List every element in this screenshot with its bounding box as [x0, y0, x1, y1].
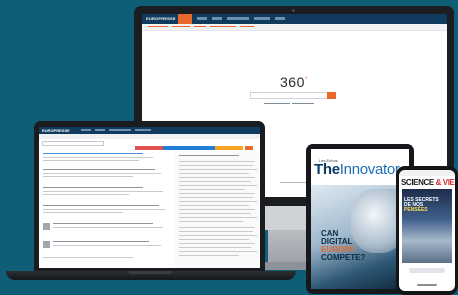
- article-text: [179, 251, 257, 252]
- search-button[interactable]: [327, 92, 336, 99]
- nav-item[interactable]: [197, 17, 207, 20]
- laptop-notch: [128, 271, 172, 274]
- article-text: [179, 193, 255, 194]
- article-text: [179, 221, 243, 222]
- article-pane: [175, 151, 260, 268]
- article-text: [179, 173, 249, 174]
- nav-item[interactable]: [212, 17, 222, 20]
- search-input[interactable]: [42, 141, 104, 146]
- result-title[interactable]: [43, 205, 159, 206]
- nav-item[interactable]: [254, 17, 270, 20]
- article-text: [179, 181, 251, 182]
- article-text: [179, 213, 251, 214]
- article-text: [179, 239, 249, 240]
- article-text: [179, 201, 257, 202]
- home-indicator[interactable]: [417, 284, 437, 286]
- cover-headline: CAN DIGITAL EUROPE COMPETE?: [321, 229, 366, 262]
- laptop-screen: EUROPRESSE: [39, 127, 260, 268]
- tab-red[interactable]: [135, 146, 163, 150]
- action-button[interactable]: [245, 146, 253, 150]
- monitor-camera: [292, 9, 295, 12]
- article-text: [179, 165, 253, 166]
- result-snippet: [43, 194, 129, 195]
- article-text: [179, 227, 255, 228]
- result-title[interactable]: [43, 169, 155, 170]
- magazine-title: TheInnovator: [314, 161, 400, 178]
- magazine-title: SCIENCE & VIE: [401, 178, 455, 187]
- search-link[interactable]: [292, 103, 314, 104]
- result-title[interactable]: [53, 223, 153, 224]
- sub-nav-item[interactable]: [210, 26, 236, 27]
- article-text: [179, 247, 251, 248]
- article-text: [179, 243, 255, 244]
- search-logo: 360°: [280, 74, 309, 90]
- article-text: [179, 231, 253, 232]
- app-logo[interactable]: EUROPRESSE: [146, 16, 176, 21]
- article-text: [179, 161, 255, 162]
- footer-text: [280, 182, 308, 183]
- cover-headline: LES SECRETS DE NOS PENSÉES: [404, 197, 439, 213]
- status-bar: [399, 170, 455, 176]
- app-logo[interactable]: EUROPRESSE: [42, 128, 70, 133]
- tablet-screen: Les Echos TheInnovator CAN DIGITAL EUROP…: [311, 149, 409, 289]
- result-snippet: [43, 160, 139, 161]
- article-text: [179, 189, 245, 190]
- nav-item[interactable]: [81, 129, 91, 131]
- nav-item[interactable]: [227, 17, 249, 20]
- nav-item[interactable]: [135, 129, 151, 131]
- article-text: [179, 209, 255, 210]
- toolbar: [39, 134, 260, 139]
- results-list: [39, 151, 169, 268]
- sub-nav-item[interactable]: [240, 26, 254, 27]
- nav-item[interactable]: [275, 17, 285, 20]
- result-title[interactable]: [53, 241, 149, 242]
- sub-nav-item[interactable]: [194, 26, 206, 27]
- article-text: [179, 197, 253, 198]
- nav-item[interactable]: [95, 129, 105, 131]
- result-snippet: [43, 257, 133, 258]
- result-title[interactable]: [43, 187, 143, 188]
- article-text: [179, 169, 257, 170]
- result-thumbnail[interactable]: [43, 241, 50, 248]
- result-snippet: [43, 212, 123, 213]
- result-snippet: [43, 191, 163, 192]
- result-title[interactable]: [43, 153, 143, 154]
- sub-nav-item[interactable]: [172, 26, 190, 27]
- search-input[interactable]: [250, 92, 336, 99]
- read-button[interactable]: [409, 268, 445, 273]
- sub-nav-item[interactable]: [148, 26, 168, 27]
- article-text: [179, 205, 249, 206]
- result-snippet: [53, 227, 163, 228]
- result-snippet: [43, 176, 133, 177]
- nav-tab-active[interactable]: [178, 14, 192, 24]
- result-snippet: [43, 209, 165, 210]
- nav-item[interactable]: [109, 129, 131, 131]
- result-snippet: [43, 157, 153, 158]
- result-thumbnail[interactable]: [43, 223, 50, 230]
- article-text: [179, 185, 257, 186]
- article-text: [179, 255, 239, 256]
- phone-screen: SCIENCE & VIE LES SECRETS DE NOS PENSÉES: [399, 170, 455, 291]
- tab-blue[interactable]: [163, 146, 215, 150]
- result-snippet: [53, 245, 161, 246]
- article-title: [179, 155, 239, 156]
- tab-orange[interactable]: [215, 146, 243, 150]
- article-text: [179, 217, 257, 218]
- article-text: [179, 235, 257, 236]
- article-text: [179, 177, 255, 178]
- search-link[interactable]: [264, 103, 290, 104]
- result-snippet: [43, 173, 161, 174]
